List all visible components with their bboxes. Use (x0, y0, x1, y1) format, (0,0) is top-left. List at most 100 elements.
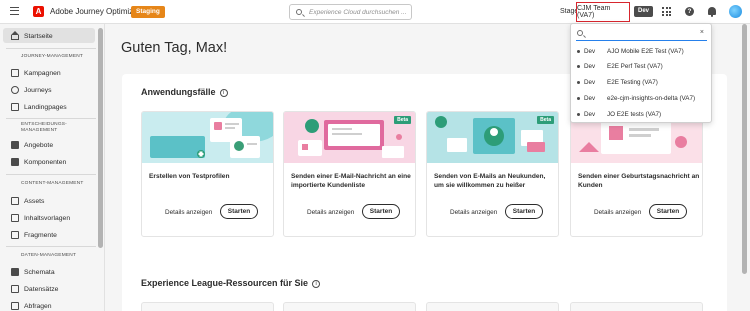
landing-page-icon (11, 103, 19, 111)
resource-card[interactable] (141, 302, 274, 311)
sidebar-item-label: Assets (24, 197, 45, 205)
sandbox-option-name: E2E Testing (VA7) (607, 78, 658, 86)
sandbox-option[interactable]: Dev e2e-cjm-insights-on-delta (VA7) (574, 92, 708, 104)
sidebar-divider (6, 118, 96, 119)
details-link[interactable]: Details anzeigen (165, 209, 212, 216)
details-link[interactable]: Details anzeigen (594, 209, 641, 216)
sidebar-section-title: ENTSCHEIDUNGS-MANAGEMENT (21, 122, 67, 133)
schema-icon (11, 268, 19, 276)
sidebar-item-fragmente[interactable]: Fragmente (11, 229, 57, 241)
details-link[interactable]: Details anzeigen (307, 209, 354, 216)
use-cases-title: Anwendungsfälle i (141, 87, 228, 97)
info-icon[interactable]: i (219, 89, 228, 97)
top-bar: A Adobe Journey Optimizer Staging Experi… (0, 0, 750, 24)
sandbox-option-name: E2E Perf Test (VA7) (607, 62, 663, 70)
sidebar-item-label: Schemata (24, 268, 55, 276)
staging-badge: Staging (131, 6, 165, 18)
sidebar-section-title: DATEN-MANAGEMENT (21, 253, 77, 258)
sidebar-item-label: Startseite (24, 32, 53, 40)
use-case-card: Beta Senden von E-Mails an Neukunden, um… (426, 111, 559, 237)
card-title: Erstellen von Testprofilen (149, 173, 230, 180)
global-search-input[interactable]: Experience Cloud durchsuchen ... (289, 4, 412, 20)
sidebar-item-label: Landingpages (24, 103, 67, 111)
dataset-icon (11, 285, 19, 293)
sidebar-item-landingpages[interactable]: Landingpages (11, 101, 67, 113)
sidebar-item-label: Journeys (24, 86, 52, 94)
details-link[interactable]: Details anzeigen (450, 209, 497, 216)
sidebar-item-datensaetze[interactable]: Datensätze (11, 283, 58, 295)
sidebar-item-label: Kampagnen (24, 69, 61, 77)
card-title: Senden einer Geburtstagsnachricht an Kun… (578, 173, 700, 189)
use-cases-title-text: Anwendungsfälle (141, 87, 216, 97)
sandbox-option-env: Dev (584, 62, 596, 70)
components-icon (11, 158, 19, 166)
bullet-icon (577, 112, 580, 116)
sidebar-item-schemata[interactable]: Schemata (11, 266, 55, 278)
sidebar-item-abfragen[interactable]: Abfragen (11, 300, 52, 311)
use-case-card: Erstellen von Testprofilen Details anzei… (141, 111, 274, 237)
sidebar-item-label: Datensätze (24, 285, 59, 293)
sidebar-item-assets[interactable]: Assets (11, 195, 44, 207)
sandbox-search-input[interactable]: × (576, 28, 707, 41)
sidebar-item-label: Inhaltsvorlagen (24, 214, 71, 222)
sidebar-item-angebote[interactable]: Angebote (11, 139, 53, 151)
resource-card[interactable] (570, 302, 703, 311)
info-icon[interactable]: i (312, 280, 321, 288)
user-avatar[interactable] (729, 5, 742, 18)
offers-icon (11, 141, 19, 149)
assets-icon (11, 197, 19, 205)
card-title: Senden einer E-Mail-Nachricht an eine im… (291, 173, 411, 189)
notifications-bell-icon[interactable] (708, 7, 716, 17)
sidebar-item-journeys[interactable]: Journeys (11, 84, 52, 96)
fragments-icon (11, 231, 19, 239)
start-button[interactable]: Starten (649, 204, 687, 219)
sandbox-option[interactable]: Dev AJO Mobile E2E Test (VA7) (574, 45, 708, 57)
resource-card[interactable] (426, 302, 559, 311)
sidebar-item-label: Fragmente (24, 231, 57, 239)
sidebar-item-inhaltsvorlagen[interactable]: Inhaltsvorlagen (11, 212, 70, 224)
sandbox-option[interactable]: Dev E2E Perf Test (VA7) (574, 60, 708, 72)
sandbox-option-name: JO E2E tests (VA7) (607, 110, 662, 118)
queries-icon (11, 302, 19, 310)
main-scrollbar[interactable] (742, 24, 747, 274)
sandbox-switcher-button[interactable]: CJM Team (VA7) (576, 2, 630, 22)
sandbox-option-env: Dev (584, 47, 596, 55)
test-profiles-illustration (142, 112, 273, 163)
sandbox-option[interactable]: Dev E2E Testing (VA7) (574, 76, 708, 88)
app-title[interactable]: Adobe Journey Optimizer (50, 7, 140, 16)
resource-card[interactable] (283, 302, 416, 311)
sandbox-dropdown: × Dev AJO Mobile E2E Test (VA7) Dev E2E … (570, 23, 712, 123)
start-button[interactable]: Starten (220, 204, 258, 219)
bullet-icon (577, 96, 580, 100)
resources-title: Experience League-Ressourcen für Sie i (141, 278, 321, 288)
sidebar-section-title: CONTENT-MANAGEMENT (21, 181, 84, 186)
campaign-icon (11, 69, 19, 77)
help-icon[interactable]: ? (685, 7, 694, 16)
sidebar-divider (6, 48, 96, 49)
sidebar-item-kampagnen[interactable]: Kampagnen (11, 67, 61, 79)
search-icon (296, 9, 302, 15)
use-case-card: Senden einer Geburtstagsnachricht an Kun… (570, 111, 703, 237)
app-switcher-icon[interactable] (662, 7, 671, 16)
sidebar-item-komponenten[interactable]: Komponenten (11, 156, 66, 168)
bullet-icon (577, 80, 580, 84)
start-button[interactable]: Starten (362, 204, 400, 219)
sidebar-item-label: Abfragen (24, 302, 52, 310)
sidebar-item-startseite[interactable]: Startseite (11, 30, 53, 42)
sidebar-item-label: Komponenten (24, 158, 67, 166)
resources-title-text: Experience League-Ressourcen für Sie (141, 278, 309, 288)
sidebar-section-title: JOURNEY-MANAGEMENT (21, 54, 84, 59)
beta-badge: Beta (537, 116, 554, 124)
content-template-icon (11, 214, 19, 222)
resources-panel: Experience League-Ressourcen für Sie i (122, 264, 727, 311)
bullet-icon (577, 64, 580, 68)
start-button[interactable]: Starten (505, 204, 543, 219)
sandbox-option-env: Dev (584, 110, 596, 118)
page-greeting: Guten Tag, Max! (121, 40, 228, 56)
clear-icon[interactable]: × (700, 29, 704, 36)
hamburger-menu-icon[interactable] (10, 7, 19, 15)
sidebar-scrollbar[interactable] (98, 28, 103, 248)
sandbox-option[interactable]: Dev JO E2E tests (VA7) (574, 108, 708, 120)
search-icon (577, 30, 583, 36)
adobe-logo-icon: A (33, 6, 44, 17)
